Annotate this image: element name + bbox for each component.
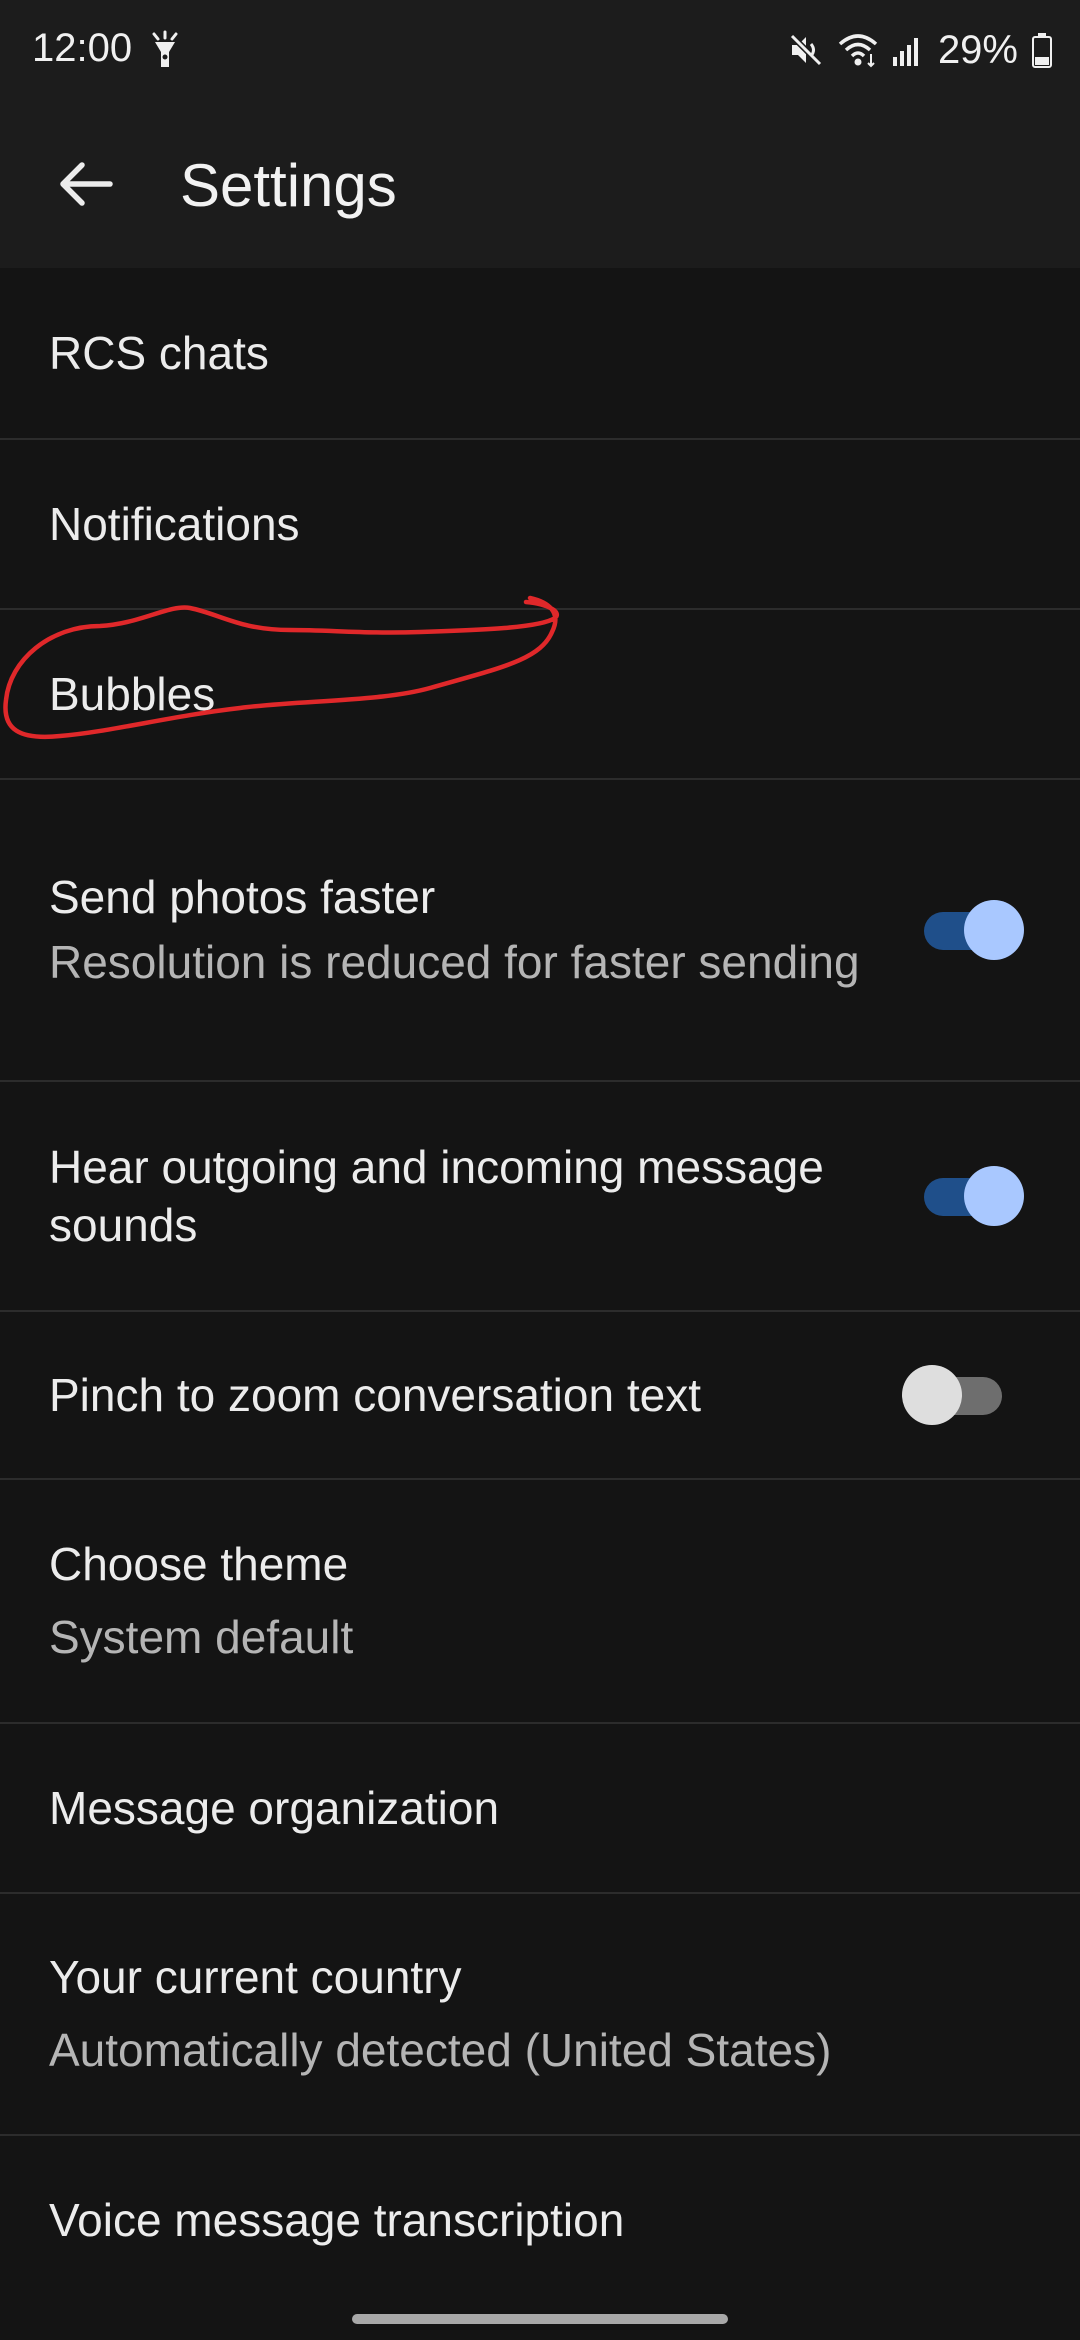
message-sounds-toggle[interactable] <box>924 1166 1024 1226</box>
setting-subtitle: Automatically detected (United States) <box>49 2024 832 2076</box>
app-bar: Settings <box>0 100 1080 268</box>
setting-subtitle: System default <box>49 1611 354 1663</box>
setting-message-organization[interactable]: Message organization <box>0 1724 1080 1894</box>
setting-title: Message organization <box>49 1782 500 1834</box>
setting-title: Pinch to zoom conversation text <box>49 1369 701 1421</box>
setting-title: Notifications <box>49 498 300 550</box>
mute-icon <box>789 33 823 67</box>
battery-percentage: 29% <box>937 27 1018 72</box>
pinch-to-zoom-toggle[interactable] <box>902 1365 1002 1425</box>
setting-message-sounds[interactable]: Hear outgoing and incoming message sound… <box>0 1082 1080 1312</box>
setting-title: Hear outgoing and incoming message sound… <box>49 1141 824 1251</box>
back-button[interactable] <box>44 142 128 226</box>
setting-current-country[interactable]: Your current country Automatically detec… <box>0 1894 1080 2136</box>
setting-title: Your current country <box>49 1951 462 2003</box>
status-time: 12:00 <box>32 26 133 70</box>
home-indicator[interactable] <box>352 2314 728 2324</box>
setting-pinch-to-zoom[interactable]: Pinch to zoom conversation text <box>0 1312 1080 1480</box>
setting-choose-theme[interactable]: Choose theme System default <box>0 1480 1080 1724</box>
arrow-back-icon <box>60 162 113 206</box>
page-title: Settings <box>180 152 397 219</box>
battery-icon <box>1032 33 1052 68</box>
setting-bubbles[interactable]: Bubbles <box>0 610 1080 780</box>
status-bar: 12:00 29% <box>0 0 1080 100</box>
setting-subtitle: Resolution is reduced for faster sending <box>49 936 860 988</box>
setting-title: RCS chats <box>49 327 269 379</box>
signal-icon <box>892 38 918 66</box>
setting-title: Choose theme <box>49 1538 349 1590</box>
setting-title: Bubbles <box>49 668 216 720</box>
toggle-thumb <box>964 1166 1024 1226</box>
setting-voice-transcription[interactable]: Voice message transcription <box>0 2136 1080 2304</box>
flashlight-icon <box>152 30 178 67</box>
settings-list: RCS chats Notifications Bubbles Send pho… <box>0 268 1080 2304</box>
setting-title: Voice message transcription <box>49 2194 625 2246</box>
toggle-thumb <box>902 1365 962 1425</box>
wifi-icon <box>838 34 878 68</box>
setting-title: Send photos faster <box>49 871 436 923</box>
setting-notifications[interactable]: Notifications <box>0 440 1080 610</box>
send-photos-faster-toggle[interactable] <box>924 900 1024 960</box>
toggle-thumb <box>964 900 1024 960</box>
setting-rcs-chats[interactable]: RCS chats <box>0 268 1080 440</box>
status-icons: 29% <box>788 26 1052 74</box>
setting-send-photos-faster[interactable]: Send photos faster Resolution is reduced… <box>0 780 1080 1082</box>
